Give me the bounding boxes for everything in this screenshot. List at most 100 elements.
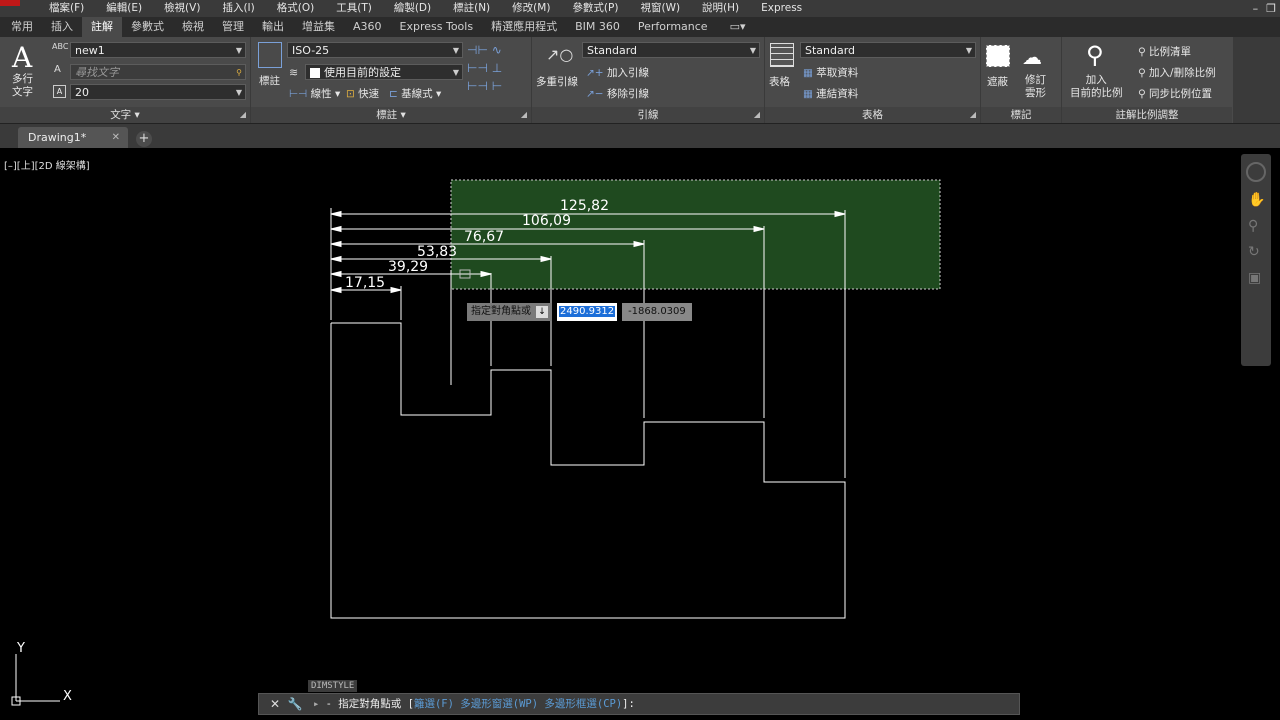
wipeout-label[interactable]: 遮蔽	[987, 74, 1008, 89]
wpolygon-option[interactable]: 多邊形窗選(WP)	[460, 698, 538, 710]
revcloud-icon[interactable]: ☁	[1022, 45, 1042, 69]
ribbon-tab-1[interactable]: 插入	[42, 17, 82, 37]
menu-item-4[interactable]: 格式(O)	[266, 0, 325, 17]
dim-tools-icon[interactable]: ⊣⊢ ∿ ⊢⊣ ⊥ ⊢⊣ ⊢	[467, 41, 517, 97]
ribbon-tab-11[interactable]: BIM 360	[566, 17, 629, 37]
find-text-icon: A	[54, 64, 61, 75]
restore-button[interactable]: ❐	[1266, 0, 1276, 17]
showmotion-icon[interactable]: ▣	[1248, 270, 1264, 286]
wipeout-icon[interactable]	[986, 45, 1010, 67]
steering-wheel-icon[interactable]	[1246, 162, 1266, 182]
ribbon-tab-12[interactable]: Performance	[629, 17, 717, 37]
quick-button[interactable]: ⊡ 快速	[346, 86, 379, 101]
menu-item-1[interactable]: 編輯(E)	[95, 0, 153, 17]
dim-layer-icon: ≋	[289, 66, 299, 79]
ribbon-tab-7[interactable]: 增益集	[293, 17, 344, 37]
leader-panel-title[interactable]: 引線 ◢	[532, 107, 764, 123]
menu-item-7[interactable]: 標註(N)	[442, 0, 501, 17]
table-icon[interactable]	[770, 43, 794, 67]
fence-option[interactable]: 籬選(F)	[414, 698, 454, 710]
text-panel-title[interactable]: 文字 ▾ ◢	[0, 107, 250, 123]
drawing-tab[interactable]: Drawing1* ✕	[18, 127, 128, 148]
markup-panel-title[interactable]: 標記	[981, 107, 1061, 123]
drawing-canvas[interactable]: [–][上][2D 線架構] 125,82 106,09 76,67 53,83…	[0, 148, 1280, 720]
dim-text-6: 17,15	[345, 275, 385, 291]
ribbon-tab-4[interactable]: 檢視	[173, 17, 213, 37]
menu-item-12[interactable]: Express	[750, 0, 813, 17]
dimension-icon[interactable]	[258, 42, 282, 68]
ribbon-tab-10[interactable]: 精選應用程式	[482, 17, 566, 37]
y-coordinate-input[interactable]: -1868.0309	[622, 303, 692, 321]
link-data-button[interactable]: ▦ 連結資料	[803, 86, 858, 101]
dim-text-1: 125,82	[560, 198, 609, 214]
text-style-select[interactable]: new1 ▼	[70, 42, 246, 58]
menu-item-0[interactable]: 檔案(F)	[38, 0, 95, 17]
pan-icon[interactable]: ✋	[1248, 192, 1265, 208]
ribbon-tab-2[interactable]: 註解	[82, 17, 122, 37]
new-tab-button[interactable]: +	[136, 131, 152, 147]
customize-command-icon[interactable]: 🔧	[287, 696, 303, 712]
close-command-icon[interactable]: ✕	[267, 696, 283, 712]
dim-text-2: 106,09	[522, 213, 571, 229]
linear-button[interactable]: ⊢⊣ 線性 ▾	[289, 86, 340, 101]
mleader-label[interactable]: 多重引線	[536, 74, 578, 89]
ribbon-tab-5[interactable]: 管理	[213, 17, 253, 37]
annotation-scale-panel: ⚲ 加入 目前的比例 ⚲ 比例清單 ⚲ 加入/刪除比例 ⚲ 同步比例位置 註解比…	[1062, 37, 1232, 123]
menu-bar: 檔案(F) 編輯(E) 檢視(V) 插入(I) 格式(O) 工具(T) 繪製(D) 標註(N)…	[0, 0, 1280, 17]
close-tab-icon[interactable]: ✕	[112, 127, 120, 148]
add-delete-scale-button[interactable]: ⚲ 加入/刪除比例	[1138, 65, 1216, 80]
dimension-label[interactable]: 標註	[259, 73, 280, 88]
ucs-x-label: X	[63, 689, 72, 704]
remove-leader-button[interactable]: ↗− 移除引線	[586, 86, 649, 101]
selection-window	[450, 179, 941, 290]
baseline-button[interactable]: ⊏ 基線式 ▾	[389, 86, 441, 101]
add-leader-button[interactable]: ↗+ 加入引線	[586, 65, 649, 80]
ribbon-tab-0[interactable]: 常用	[2, 17, 42, 37]
ribbon-tab-9[interactable]: Express Tools	[391, 17, 483, 37]
ribbon: A 多行 文字 ABC new1 ▼ A 尋找文字 ⚲ A 20 ▼ 文字 ▾ ◢ 標註…	[0, 37, 1280, 124]
dim-layer-select[interactable]: 使用目前的設定 ▼	[305, 64, 463, 80]
menu-item-8[interactable]: 修改(M)	[501, 0, 561, 17]
cpolygon-option[interactable]: 多邊形框選(CP)	[544, 698, 622, 710]
dimension-panel-title[interactable]: 標註 ▾ ◢	[251, 107, 531, 123]
text-height-select[interactable]: 20 ▼	[70, 84, 246, 100]
ribbon-tab-bar: 常用 插入 註解 參數式 檢視 管理 輸出 增益集 A360 Express Tools 精選應用程…	[0, 17, 1280, 37]
table-label[interactable]: 表格	[769, 74, 790, 89]
drawing-svg: 125,82 106,09 76,67 53,83 39,29 17,15 Y …	[11, 179, 941, 706]
table-style-select[interactable]: Standard ▼	[800, 42, 976, 58]
x-coordinate-input[interactable]: 2490.9312	[557, 303, 618, 321]
sync-scale-button[interactable]: ⚲ 同步比例位置	[1138, 86, 1212, 101]
find-text-input[interactable]: 尋找文字 ⚲	[70, 64, 246, 80]
zoom-icon[interactable]: ⚲	[1248, 218, 1264, 234]
annotation-scale-panel-title[interactable]: 註解比例調整	[1062, 107, 1232, 123]
dim-style-select[interactable]: ISO-25 ▼	[287, 42, 463, 58]
command-prompt-text: ▸ - 指定對角點或 [籬選(F) 多邊形窗選(WP) 多邊形框選(CP)]:	[313, 698, 635, 710]
menu-item-2[interactable]: 檢視(V)	[153, 0, 211, 17]
options-down-icon[interactable]: ↓	[536, 306, 548, 318]
navigation-bar[interactable]: ✋ ⚲ ↻ ▣	[1241, 154, 1271, 366]
menu-item-10[interactable]: 視窗(W)	[629, 0, 691, 17]
table-panel-title[interactable]: 表格 ◢	[765, 107, 980, 123]
ribbon-tab-6[interactable]: 輸出	[253, 17, 293, 37]
menu-item-9[interactable]: 參數式(P)	[561, 0, 629, 17]
mleader-icon[interactable]: ↗○	[546, 45, 573, 67]
scale-list-button[interactable]: ⚲ 比例清單	[1138, 44, 1191, 59]
ribbon-options-icon[interactable]: ▭▾	[721, 17, 755, 37]
mtext-icon[interactable]: A	[12, 41, 32, 74]
add-current-scale-label[interactable]: 加入 目前的比例	[1070, 74, 1123, 100]
extract-data-button[interactable]: ▦ 萃取資料	[803, 65, 858, 80]
mtext-label[interactable]: 多行 文字	[12, 73, 33, 99]
menu-item-5[interactable]: 工具(T)	[325, 0, 383, 17]
minimize-button[interactable]: –	[1253, 0, 1259, 17]
menu-item-11[interactable]: 說明(H)	[691, 0, 750, 17]
ribbon-tab-3[interactable]: 參數式	[122, 17, 173, 37]
add-current-scale-icon[interactable]: ⚲	[1086, 41, 1104, 69]
menu-item-3[interactable]: 插入(I)	[211, 0, 265, 17]
ribbon-tab-8[interactable]: A360	[344, 17, 391, 37]
menu-item-6[interactable]: 繪製(D)	[383, 0, 442, 17]
orbit-icon[interactable]: ↻	[1248, 244, 1264, 260]
revcloud-label[interactable]: 修訂 雲形	[1025, 74, 1046, 100]
app-logo[interactable]	[0, 0, 24, 17]
command-line[interactable]: ✕ 🔧 ▸ - 指定對角點或 [籬選(F) 多邊形窗選(WP) 多邊形框選(CP…	[258, 693, 1020, 715]
mleader-style-select[interactable]: Standard ▼	[582, 42, 760, 58]
